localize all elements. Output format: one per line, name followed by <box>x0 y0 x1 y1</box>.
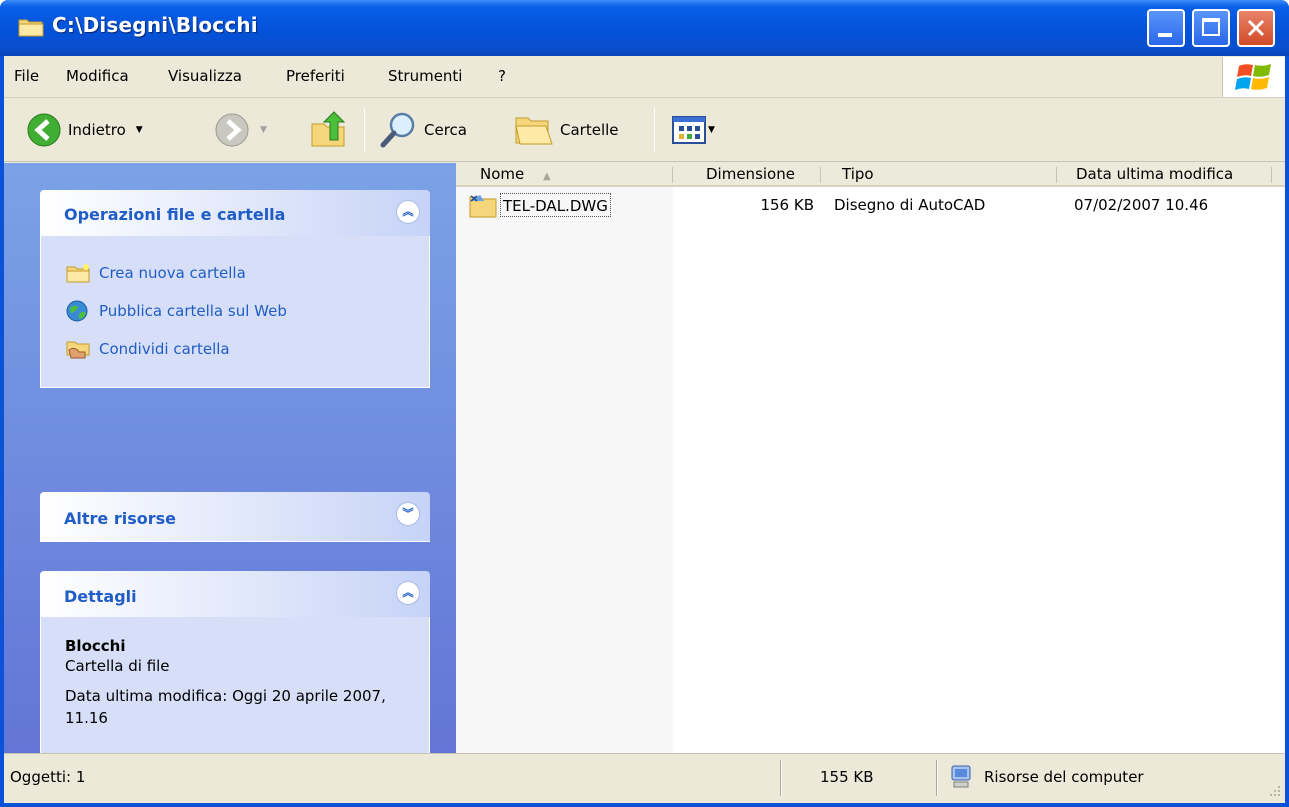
task-share-folder[interactable]: Condividi cartella <box>65 330 405 368</box>
status-objects: Oggetti: 1 <box>10 768 86 786</box>
status-bar: Oggetti: 1 155 KB Risorse del computer <box>4 753 1285 801</box>
status-location: Risorse del computer <box>984 768 1144 786</box>
computer-icon <box>951 765 971 788</box>
resize-grip-icon[interactable] <box>1266 782 1282 798</box>
windows-logo-icon <box>1222 57 1285 97</box>
close-icon <box>1247 19 1265 37</box>
dwg-file-icon <box>469 195 497 218</box>
menu-visualizza[interactable]: Visualizza <box>168 67 242 85</box>
title-bar[interactable]: C:\Disegni\Blocchi <box>0 0 1289 56</box>
file-size: 156 KB <box>760 196 814 214</box>
folder-up-icon <box>311 111 346 147</box>
file-type: Disegno di AutoCAD <box>834 196 986 214</box>
window-title: C:\Disegni\Blocchi <box>52 13 258 37</box>
details-body: Blocchi Cartella di file Data ultima mod… <box>40 617 430 767</box>
details-kind: Cartella di file <box>65 657 170 675</box>
minimize-button[interactable] <box>1147 9 1185 47</box>
file-ops-group: Operazioni file e cartella ︽ Crea nuova … <box>40 190 430 388</box>
collapse-icon[interactable]: ︽ <box>396 200 420 224</box>
list-header: Nome ▲ Dimensione Tipo Data ultima modif… <box>456 163 1285 187</box>
forward-button[interactable]: ▼ <box>214 98 267 162</box>
search-icon <box>380 112 415 148</box>
menu-strumenti[interactable]: Strumenti <box>388 67 462 85</box>
task-share-folder-label: Condividi cartella <box>99 340 230 358</box>
column-size[interactable]: Dimensione <box>706 163 795 187</box>
status-size: 155 KB <box>820 768 874 786</box>
other-resources-title: Altre risorse <box>64 509 176 528</box>
task-publish-web[interactable]: Pubblica cartella sul Web <box>65 292 405 330</box>
column-modified[interactable]: Data ultima modifica <box>1076 163 1233 187</box>
task-new-folder-label: Crea nuova cartella <box>99 264 246 282</box>
window-frame: File Modifica Visualizza Preferiti Strum… <box>4 56 1285 803</box>
table-row[interactable]: TEL-DAL.DWG 156 KB Disegno di AutoCAD 07… <box>456 193 1285 219</box>
maximize-button[interactable] <box>1192 9 1230 47</box>
task-new-folder[interactable]: Crea nuova cartella <box>65 254 405 292</box>
back-label: Indietro <box>68 121 126 139</box>
toolbar: Indietro ▼ ▼ Cerca Cartelle ▼ <box>4 98 1285 162</box>
views-icon <box>672 116 706 144</box>
back-dropdown-icon[interactable]: ▼ <box>136 125 143 135</box>
folders-label: Cartelle <box>560 121 619 139</box>
task-pane: Operazioni file e cartella ︽ Crea nuova … <box>4 163 456 767</box>
details-name: Blocchi <box>65 637 126 655</box>
file-ops-header[interactable]: Operazioni file e cartella ︽ <box>40 190 430 236</box>
views-dropdown-icon[interactable]: ▼ <box>708 125 715 135</box>
details-modified: Data ultima modifica: Oggi 20 aprile 200… <box>65 687 386 727</box>
globe-icon <box>66 300 88 322</box>
file-ops-title: Operazioni file e cartella <box>64 205 286 224</box>
menu-help[interactable]: ? <box>498 67 506 85</box>
file-name[interactable]: TEL-DAL.DWG <box>500 193 611 217</box>
new-folder-icon <box>66 264 90 283</box>
menu-preferiti[interactable]: Preferiti <box>286 67 345 85</box>
up-button[interactable] <box>308 98 348 162</box>
menu-file[interactable]: File <box>14 67 39 85</box>
details-title: Dettagli <box>64 587 137 606</box>
column-type[interactable]: Tipo <box>842 163 874 187</box>
menu-bar: File Modifica Visualizza Preferiti Strum… <box>4 56 1285 98</box>
other-resources-header[interactable]: Altre risorse ︾ <box>40 492 430 542</box>
column-name[interactable]: Nome ▲ <box>480 163 551 187</box>
sort-ascending-icon: ▲ <box>543 171 551 182</box>
views-button[interactable]: ▼ <box>672 98 715 162</box>
explorer-window: C:\Disegni\Blocchi File Modifica Visuali… <box>0 0 1289 807</box>
sorted-column-highlight <box>456 187 673 753</box>
file-modified: 07/02/2007 10.46 <box>1074 196 1209 214</box>
shared-folder-icon <box>66 341 90 359</box>
close-button[interactable] <box>1237 9 1275 47</box>
forward-dropdown-icon[interactable]: ▼ <box>260 125 267 135</box>
folders-button[interactable]: Cartelle <box>512 98 619 162</box>
details-header[interactable]: Dettagli ︽ <box>40 571 430 617</box>
search-label: Cerca <box>424 121 467 139</box>
menu-modifica[interactable]: Modifica <box>66 67 129 85</box>
forward-arrow-icon <box>215 113 249 147</box>
file-list[interactable]: Nome ▲ Dimensione Tipo Data ultima modif… <box>456 163 1285 753</box>
back-arrow-icon <box>27 113 61 147</box>
back-button[interactable]: Indietro ▼ <box>26 98 143 162</box>
search-button[interactable]: Cerca <box>378 98 467 162</box>
folder-icon <box>18 19 44 37</box>
collapse-icon[interactable]: ︽ <box>396 581 420 605</box>
file-ops-body: Crea nuova cartella Pubblica cartella su… <box>40 236 430 388</box>
expand-icon[interactable]: ︾ <box>396 502 420 526</box>
task-publish-web-label: Pubblica cartella sul Web <box>99 302 287 320</box>
folders-icon <box>515 117 553 145</box>
other-resources-group: Altre risorse ︾ <box>40 492 430 542</box>
details-group: Dettagli ︽ Blocchi Cartella di file Data… <box>40 571 430 767</box>
